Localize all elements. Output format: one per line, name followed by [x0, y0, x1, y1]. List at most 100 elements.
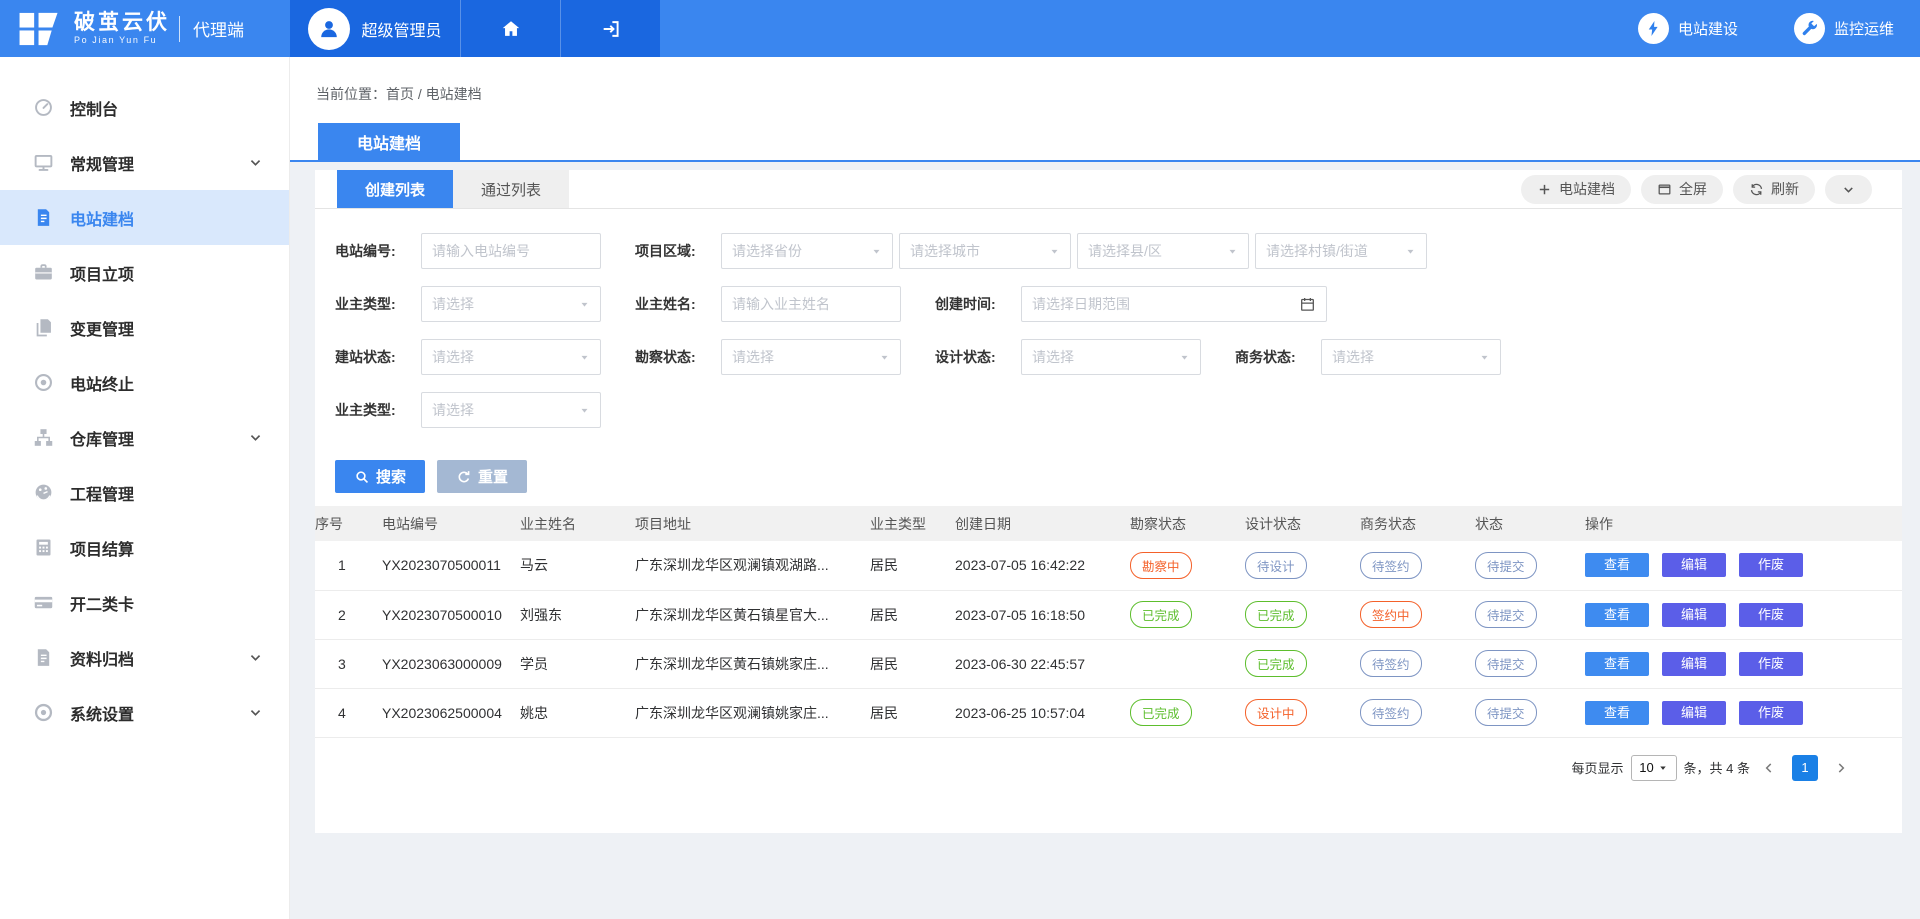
list-tab-create[interactable]: 创建列表 [337, 170, 453, 208]
briefcase-icon [32, 262, 54, 284]
project-address: 广东深圳龙华区观澜镇姚家庄... [635, 688, 870, 737]
next-page-button[interactable] [1829, 761, 1853, 775]
per-page-select[interactable]: 10 [1631, 755, 1677, 781]
list-tab-passed[interactable]: 通过列表 [453, 170, 569, 208]
design-status-badge: 已完成 [1245, 601, 1307, 628]
row-index: 2 [315, 590, 382, 639]
view-button[interactable]: 查看 [1585, 603, 1649, 627]
view-button[interactable]: 查看 [1585, 652, 1649, 676]
topnav-item-station-build[interactable]: 电站建设 [1638, 13, 1738, 44]
caret-down-icon [1049, 246, 1060, 257]
sidebar-item-console[interactable]: 控制台 [0, 80, 289, 135]
breadcrumb-home[interactable]: 首页 [386, 86, 414, 102]
filter-group-region: 项目区域: 请选择省份 请选择城市 [635, 233, 1427, 269]
sitemap-icon [32, 427, 54, 449]
caret-down-icon [1227, 246, 1238, 257]
status-select[interactable]: 请选择 [721, 339, 901, 375]
user-name: 超级管理员 [361, 17, 441, 41]
current-page[interactable]: 1 [1792, 755, 1818, 781]
sidebar-item-station-archive[interactable]: 电站建档 [0, 190, 289, 245]
sidebar-item-project-initiation[interactable]: 项目立项 [0, 245, 289, 300]
column-header: 创建日期 [955, 506, 1130, 541]
sidebar-item-data-archive[interactable]: 资料归档 [0, 630, 289, 685]
business-status-badge: 待签约 [1360, 699, 1422, 726]
table-row: 1 YX2023070500011 马云 广东深圳龙华区观澜镇观湖路... 居民… [315, 541, 1902, 590]
sidebar-item-label: 常规管理 [70, 151, 248, 175]
fullscreen-icon [1657, 182, 1672, 197]
void-button[interactable]: 作废 [1739, 701, 1803, 725]
user-menu[interactable]: 超级管理员 [290, 0, 460, 57]
logout-button[interactable] [560, 0, 660, 57]
region-select-county[interactable]: 请选择县/区 [1077, 233, 1249, 269]
owner-name-input[interactable] [721, 286, 901, 322]
status-select[interactable]: 请选择 [421, 339, 601, 375]
business-status-badge: 签约中 [1360, 601, 1422, 628]
toolbar-button-add-station[interactable]: 电站建档 [1521, 175, 1631, 204]
edit-button[interactable]: 编辑 [1662, 652, 1726, 676]
bolt-icon [1644, 19, 1663, 38]
survey-status-badge: 已完成 [1130, 699, 1192, 726]
sidebar-item-label: 电站终止 [70, 371, 263, 395]
sidebar-item-second-class-card[interactable]: 开二类卡 [0, 575, 289, 630]
sidebar-item-station-termination[interactable]: 电站终止 [0, 355, 289, 410]
station-no-input[interactable] [421, 233, 601, 269]
toolbar-button-refresh[interactable]: 刷新 [1733, 175, 1815, 204]
void-button[interactable]: 作废 [1739, 603, 1803, 627]
status-select[interactable]: 请选择 [1021, 339, 1201, 375]
sidebar-item-label: 工程管理 [70, 481, 263, 505]
void-button[interactable]: 作废 [1739, 553, 1803, 577]
void-button[interactable]: 作废 [1739, 652, 1803, 676]
select-placeholder: 请选择 [432, 347, 474, 367]
station-code: YX2023070500010 [382, 590, 520, 639]
sidebar-item-label: 仓库管理 [70, 426, 248, 450]
filter-group-station-no: 电站编号: [335, 233, 635, 269]
edit-button[interactable]: 编辑 [1662, 603, 1726, 627]
sidebar-item-change-mgmt[interactable]: 变更管理 [0, 300, 289, 355]
toolbar-button-label: 刷新 [1771, 179, 1799, 199]
home-button[interactable] [460, 0, 560, 57]
owner-type-select[interactable]: 请选择 [421, 286, 601, 322]
list-tabs: 创建列表 通过列表 [337, 170, 569, 208]
logo-icon [18, 9, 64, 49]
prev-page-button[interactable] [1757, 761, 1781, 775]
column-header: 电站编号 [382, 506, 520, 541]
divider [179, 16, 180, 42]
row-index: 4 [315, 688, 382, 737]
view-button[interactable]: 查看 [1585, 553, 1649, 577]
edit-button[interactable]: 编辑 [1662, 701, 1726, 725]
topnav-item-monitor-ops[interactable]: 监控运维 [1794, 13, 1894, 44]
sidebar-item-general-mgmt[interactable]: 常规管理 [0, 135, 289, 190]
owner-name-label: 业主姓名: [635, 294, 721, 314]
status-filter-label: 建站状态: [335, 347, 421, 367]
search-icon [354, 469, 370, 485]
owner-type2-select[interactable]: 请选择 [421, 392, 601, 428]
status-select[interactable]: 请选择 [1321, 339, 1501, 375]
topbar: 破茧云伏 Po Jian Yun Fu 代理端 超级管理员 电站建设 监控运维 [0, 0, 1920, 57]
toolbar-button-collapse[interactable] [1825, 175, 1872, 204]
toolbar-button-label: 电站建档 [1559, 179, 1615, 199]
filter-group-owner-name: 业主姓名: [635, 286, 935, 322]
column-header: 序号 [315, 506, 382, 541]
column-header: 业主类型 [870, 506, 955, 541]
region-select-town[interactable]: 请选择村镇/街道 [1255, 233, 1427, 269]
caret-down-icon [579, 352, 590, 363]
region-select-city[interactable]: 请选择城市 [899, 233, 1071, 269]
sidebar-item-engineering-mgmt[interactable]: 工程管理 [0, 465, 289, 520]
toolbar-button-fullscreen[interactable]: 全屏 [1641, 175, 1723, 204]
date-range-input[interactable]: 请选择日期范围 [1021, 286, 1327, 322]
subheader: 当前位置：首页 / 电站建档 电站建档 [290, 57, 1920, 162]
per-page-label: 每页显示 [1572, 758, 1624, 777]
edit-button[interactable]: 编辑 [1662, 553, 1726, 577]
station-no-label: 电站编号: [335, 241, 421, 261]
search-button[interactable]: 搜索 [335, 460, 425, 493]
home-icon [500, 18, 522, 40]
sidebar-item-warehouse-mgmt[interactable]: 仓库管理 [0, 410, 289, 465]
sidebar-item-project-settlement[interactable]: 项目结算 [0, 520, 289, 575]
region-select-province[interactable]: 请选择省份 [721, 233, 893, 269]
sidebar-item-system-settings[interactable]: 系统设置 [0, 685, 289, 740]
view-button[interactable]: 查看 [1585, 701, 1649, 725]
sidebar-item-label: 变更管理 [70, 316, 263, 340]
reset-button[interactable]: 重置 [437, 460, 527, 493]
settings-icon [32, 702, 54, 724]
page-tab-station-archive[interactable]: 电站建档 [318, 123, 460, 160]
